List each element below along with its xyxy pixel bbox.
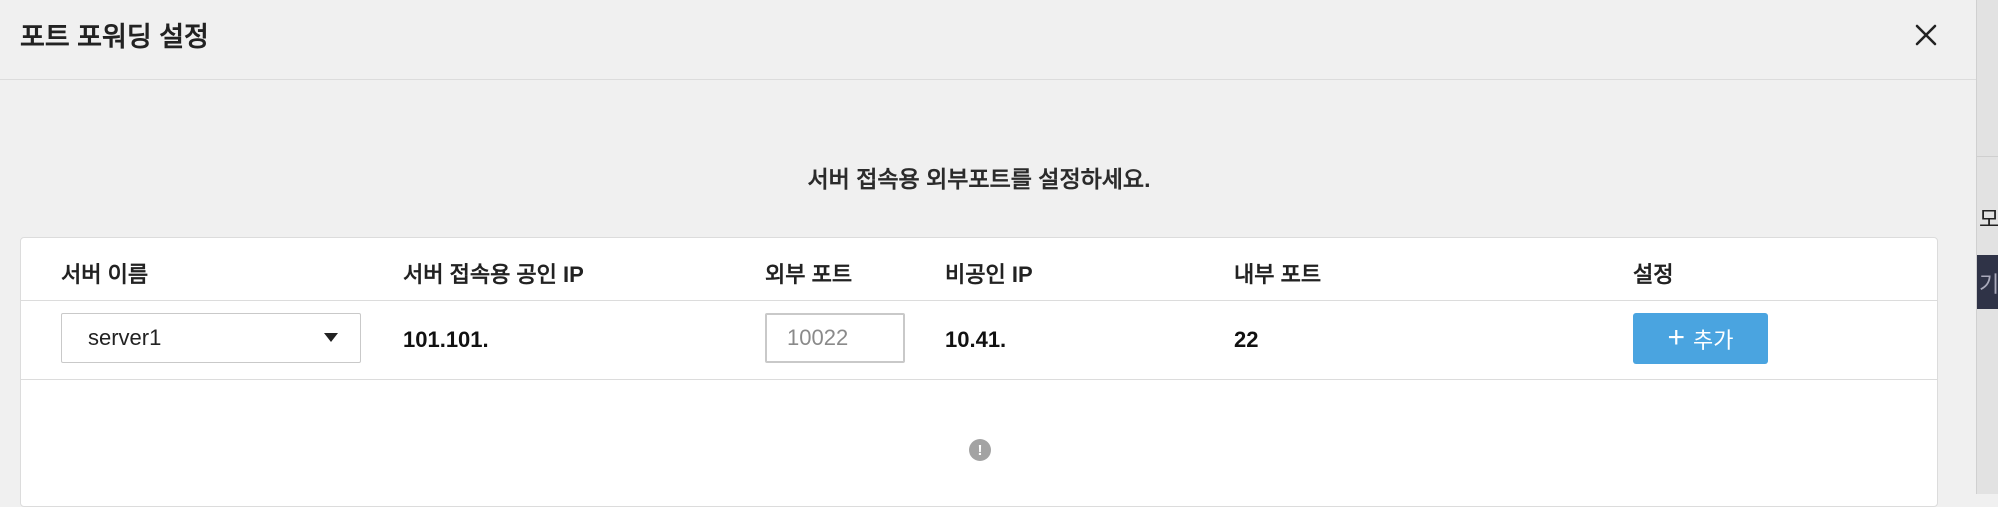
- dialog-header: 포트 포워딩 설정: [0, 0, 1976, 80]
- header-private-ip: 비공인 IP: [945, 262, 1033, 287]
- table-row: server1 101.101. 10.41. 22 + 추가: [21, 301, 1937, 380]
- close-button[interactable]: [1904, 13, 1948, 57]
- add-button[interactable]: + 추가: [1633, 313, 1768, 364]
- private-ip-value: 10.41.: [945, 327, 1007, 352]
- instruction-text: 서버 접속용 외부포트를 설정하세요.: [807, 166, 1151, 192]
- background-page-edge: 모 기: [1976, 0, 1998, 494]
- header-server-name: 서버 이름: [61, 262, 149, 287]
- port-forwarding-table: 서버 이름 서버 접속용 공인 IP 외부 포트 비공인 IP 내부 포트 설정…: [20, 237, 1938, 507]
- header-internal-port: 내부 포트: [1234, 262, 1322, 287]
- header-public-ip: 서버 접속용 공인 IP: [403, 262, 584, 287]
- header-settings: 설정: [1633, 262, 1674, 287]
- add-button-label: 추가: [1693, 327, 1734, 353]
- dialog-title: 포트 포워딩 설정: [20, 22, 209, 52]
- divider: [1977, 156, 1998, 157]
- dropdown-caret-icon: [324, 333, 338, 342]
- background-dark-button: 기: [1977, 255, 1998, 309]
- plus-icon: +: [1667, 320, 1686, 354]
- port-forwarding-dialog: 포트 포워딩 설정 서버 접속용 외부포트를 설정하세요. 서버 이름 서버 접…: [0, 0, 1976, 507]
- external-port-input[interactable]: [765, 313, 905, 363]
- public-ip-value: 101.101.: [403, 327, 489, 352]
- server-select[interactable]: server1: [61, 313, 361, 363]
- internal-port-value: 22: [1234, 327, 1259, 352]
- table-header: 서버 이름 서버 접속용 공인 IP 외부 포트 비공인 IP 내부 포트 설정: [21, 238, 1937, 301]
- background-partial-text: 모: [1979, 207, 1998, 232]
- background-partial-text: 기: [1979, 272, 1998, 297]
- server-select-value: server1: [88, 325, 162, 350]
- header-external-port: 외부 포트: [765, 262, 853, 287]
- close-icon: [1915, 24, 1937, 45]
- info-icon: !: [969, 439, 991, 461]
